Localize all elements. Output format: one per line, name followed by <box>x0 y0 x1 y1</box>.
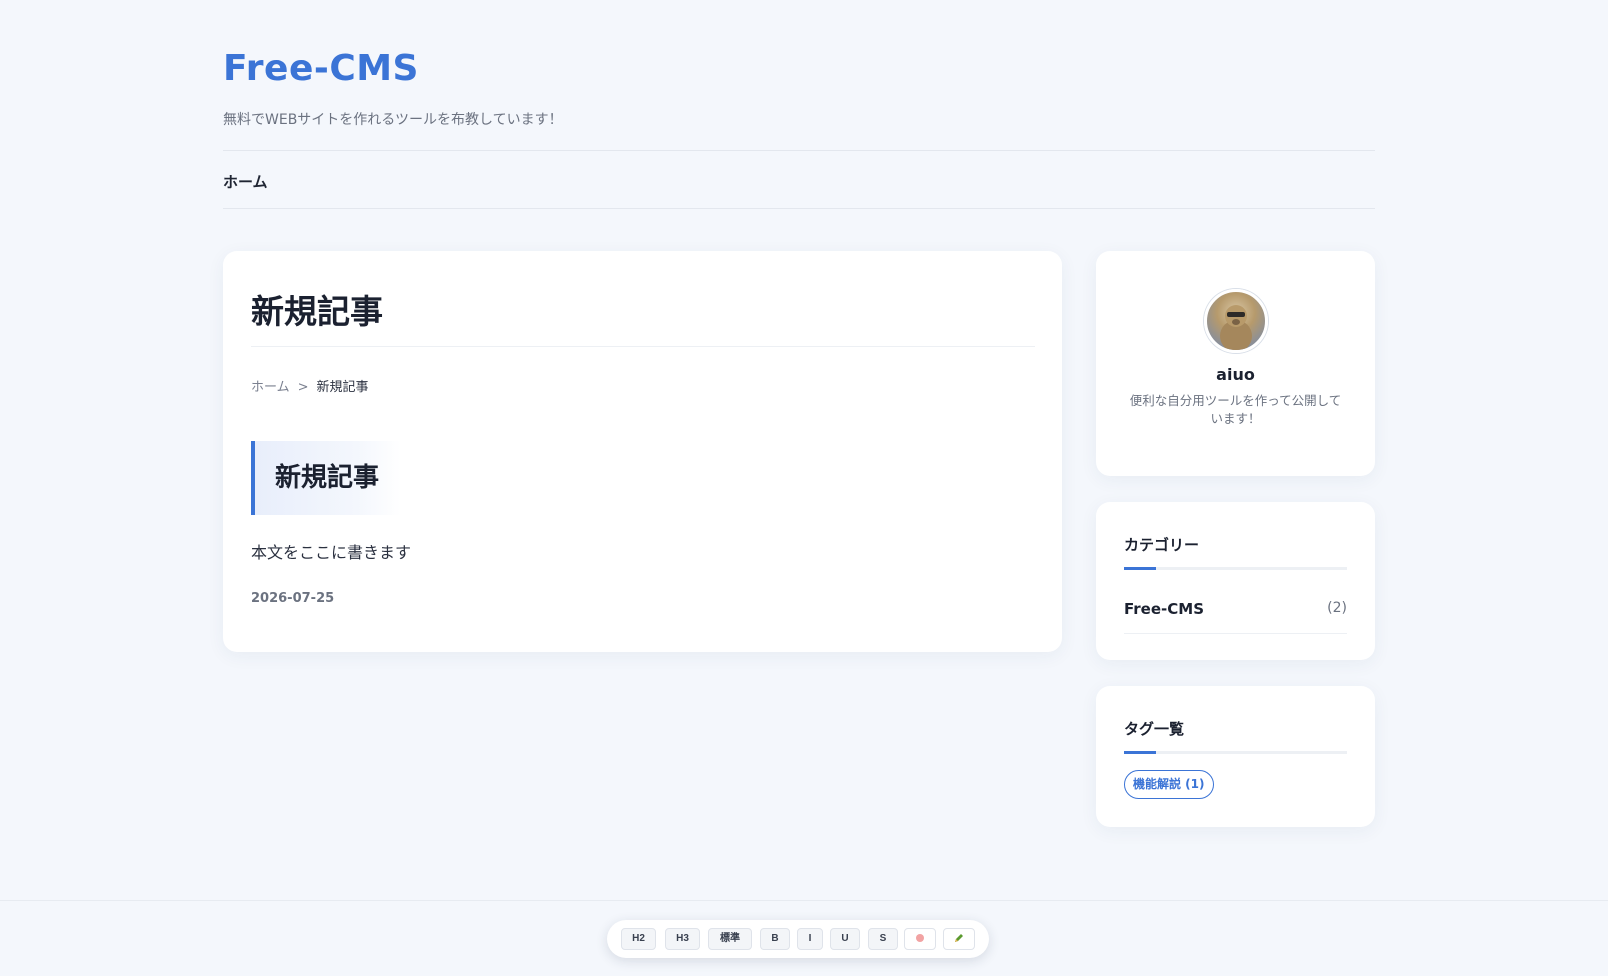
widget-divider-accent <box>1124 567 1156 570</box>
site-description: 無料でWEBサイトを作れるツールを布教しています！ <box>223 112 563 128</box>
h3-button[interactable]: H3 <box>665 928 700 950</box>
underline-button[interactable]: U <box>830 928 860 950</box>
text-color-pen-icon <box>955 934 963 943</box>
article-body[interactable]: 本文をここに書きます <box>251 539 411 563</box>
normal-text-button[interactable]: 標準 <box>708 928 752 950</box>
title-divider <box>251 346 1035 347</box>
page-title: 新規記事 <box>251 292 383 331</box>
profile-widget: aiuo 便利な自分用ツールを作って公開しています！ <box>1096 251 1375 476</box>
footer-divider <box>0 900 1608 901</box>
widget-divider <box>1124 567 1347 570</box>
tag-item[interactable]: 機能解説 (1) <box>1124 770 1214 799</box>
h2-button[interactable]: H2 <box>621 928 656 950</box>
category-count: (2) <box>1327 600 1347 616</box>
tags-widget: タグ一覧 機能解説 (1) <box>1096 686 1375 827</box>
global-nav: ホーム <box>223 150 1375 209</box>
breadcrumb: ホーム > 新規記事 <box>251 376 369 395</box>
editor-toolbar: H2 H3 標準 B I U S <box>607 920 989 958</box>
breadcrumb-current: 新規記事 <box>316 380 369 395</box>
widget-divider <box>1124 751 1347 754</box>
avatar-image-icon <box>1220 305 1252 350</box>
site-title[interactable]: Free-CMS <box>223 48 419 89</box>
categories-title: カテゴリー <box>1124 536 1200 554</box>
breadcrumb-separator: > <box>297 380 309 395</box>
avatar <box>1204 289 1268 353</box>
highlight-button[interactable] <box>904 928 936 950</box>
profile-name: aiuo <box>1216 365 1255 384</box>
italic-button[interactable]: I <box>797 928 823 950</box>
category-item[interactable]: Free-CMS (2) <box>1124 598 1347 634</box>
categories-widget: カテゴリー Free-CMS (2) <box>1096 502 1375 660</box>
bold-button[interactable]: B <box>760 928 790 950</box>
category-name: Free-CMS <box>1124 600 1204 618</box>
nav-item-home[interactable]: ホーム <box>223 171 268 192</box>
tags-title: タグ一覧 <box>1124 720 1185 738</box>
widget-divider-accent <box>1124 751 1156 754</box>
article-heading[interactable]: 新規記事 <box>251 441 401 515</box>
profile-bio: 便利な自分用ツールを作って公開しています！ <box>1129 393 1342 426</box>
post-date: 2026-07-25 <box>251 591 335 606</box>
strikethrough-button[interactable]: S <box>868 928 898 950</box>
text-color-button[interactable] <box>943 928 975 950</box>
highlight-marker-icon <box>916 934 924 943</box>
article-card: 新規記事 ホーム > 新規記事 新規記事 本文をここに書きます 2026-07-25 <box>223 251 1062 652</box>
breadcrumb-home-link[interactable]: ホーム <box>251 380 290 395</box>
